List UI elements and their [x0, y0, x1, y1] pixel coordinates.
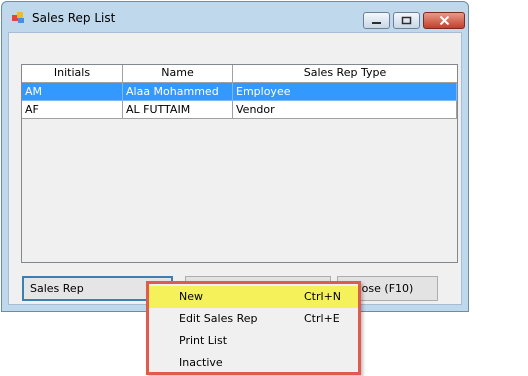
title-bar[interactable]: Sales Rep List [2, 2, 468, 32]
cell-type: Vendor [233, 101, 457, 119]
maximize-icon [401, 16, 412, 25]
sales-rep-context-menu: New Ctrl+N Edit Sales Rep Ctrl+E Print L… [146, 281, 361, 375]
menu-item-edit-sales-rep[interactable]: Edit Sales Rep Ctrl+E [149, 308, 358, 330]
close-window-button[interactable] [423, 12, 465, 29]
minimize-icon [372, 21, 381, 24]
cell-name: AL FUTTAIM [123, 101, 233, 119]
column-header-initials[interactable]: Initials [22, 65, 123, 82]
table-header: Initials Name Sales Rep Type [22, 65, 457, 83]
menu-item-label: Inactive [179, 356, 223, 369]
window-title: Sales Rep List [32, 11, 116, 25]
menu-item-label: Print List [179, 334, 228, 347]
menu-item-shortcut: Ctrl+E [304, 312, 340, 325]
table-row[interactable]: AM Alaa Mohammed Employee [22, 83, 457, 101]
column-header-name[interactable]: Name [123, 65, 233, 82]
sales-rep-list-window: Sales Rep List Initials Name Sales Rep T… [1, 1, 469, 312]
minimize-button[interactable] [363, 12, 390, 29]
cell-name: Alaa Mohammed [123, 83, 233, 101]
cell-type: Employee [233, 83, 457, 101]
app-icon [12, 12, 24, 23]
column-header-type[interactable]: Sales Rep Type [233, 65, 457, 82]
menu-item-new[interactable]: New Ctrl+N [149, 286, 358, 308]
maximize-button[interactable] [393, 12, 420, 29]
menu-item-shortcut: Ctrl+N [304, 290, 342, 303]
cell-initials: AM [22, 83, 123, 101]
menu-item-inactive[interactable]: Inactive [149, 352, 358, 374]
menu-item-print-list[interactable]: Print List [149, 330, 358, 352]
menu-item-label: New [179, 290, 203, 303]
client-area: Initials Name Sales Rep Type AM Alaa Moh… [8, 32, 462, 305]
close-icon [439, 16, 449, 25]
sales-rep-table: Initials Name Sales Rep Type AM Alaa Moh… [21, 64, 458, 263]
menu-item-label: Edit Sales Rep [179, 312, 258, 325]
table-row[interactable]: AF AL FUTTAIM Vendor [22, 101, 457, 119]
cell-initials: AF [22, 101, 123, 119]
sales-rep-button-label: Sales Rep [30, 282, 84, 295]
